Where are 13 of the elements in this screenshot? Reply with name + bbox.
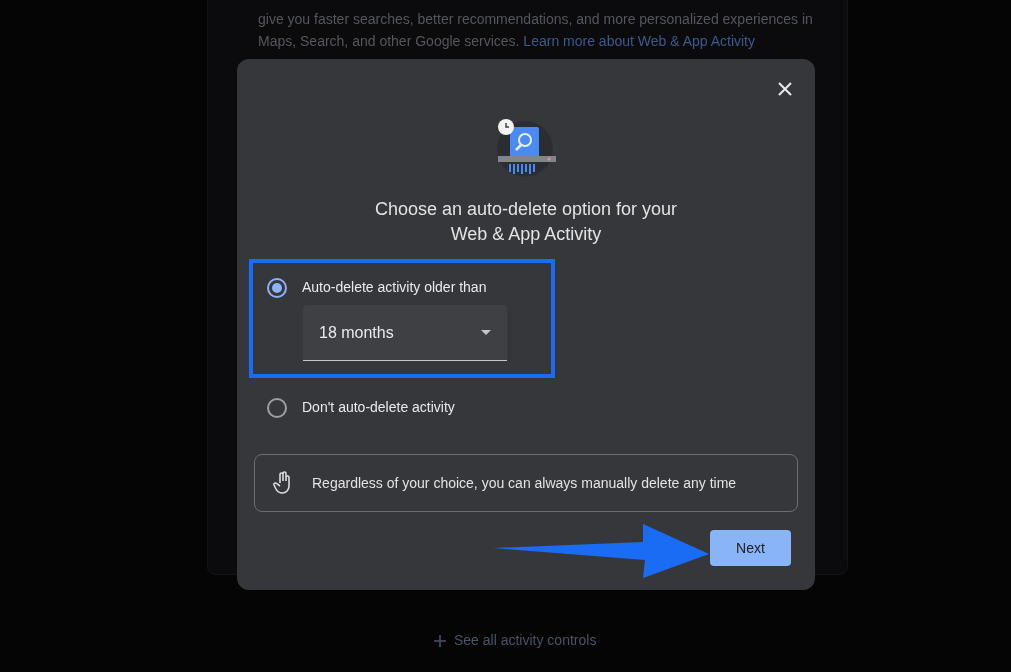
info-message: Regardless of your choice, you can always manually delete any time xyxy=(312,473,737,493)
duration-dropdown[interactable]: 18 months xyxy=(303,305,507,361)
radio-button[interactable] xyxy=(267,397,287,418)
radio-label: Don't auto-delete activity xyxy=(302,398,455,417)
plus-icon xyxy=(434,634,446,647)
dialog-title: Choose an auto-delete option for your Web & App Activity xyxy=(373,198,679,246)
close-icon xyxy=(777,81,793,97)
radio-label: Auto-delete activity older than xyxy=(302,278,487,297)
background-description: give you faster searches, better recommendations, and more personalized experiences in Maps, Search, and other Google services. Learn more about Web & App Activity xyxy=(258,10,814,51)
next-button[interactable]: Next xyxy=(710,530,791,566)
radio-button[interactable] xyxy=(267,277,287,298)
dropdown-caret-icon xyxy=(481,330,491,335)
shredder-illustration-icon xyxy=(494,118,558,178)
